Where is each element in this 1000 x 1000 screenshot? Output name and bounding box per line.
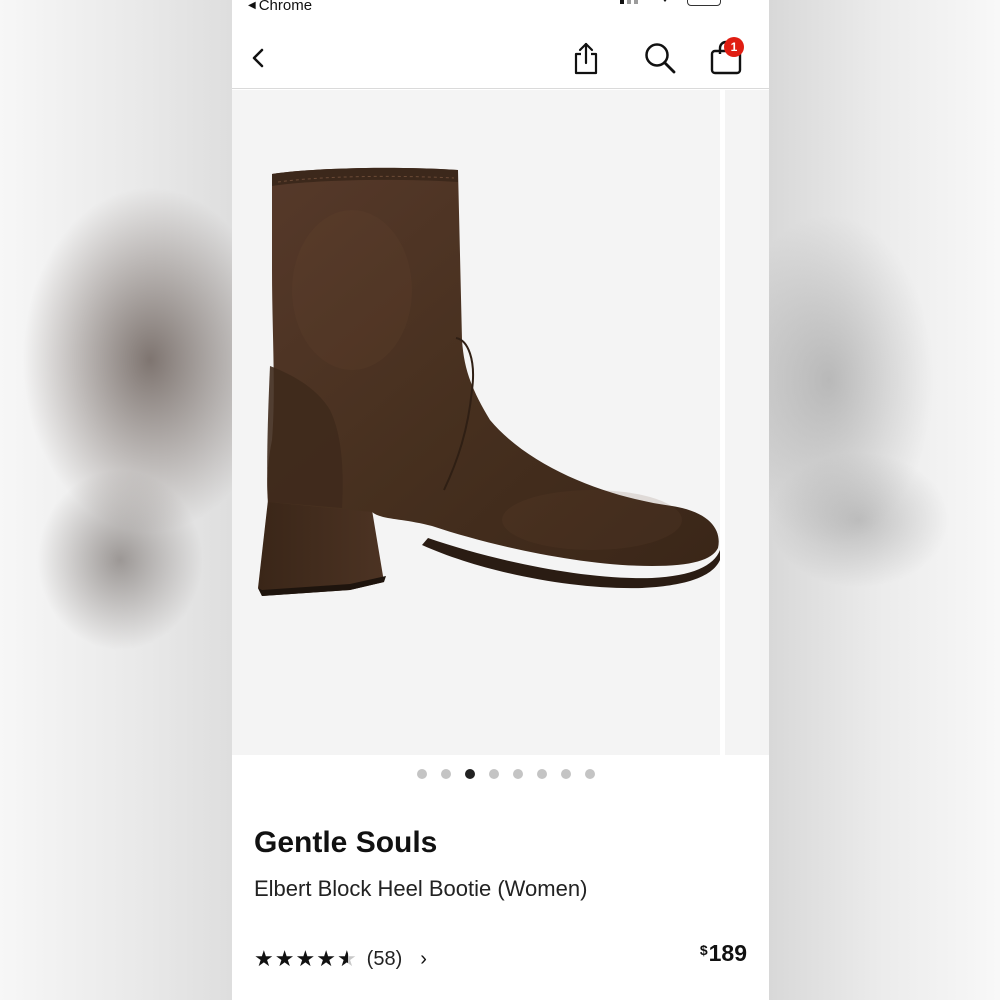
product-image-carousel[interactable]: [232, 90, 769, 755]
carousel-dot[interactable]: [512, 769, 523, 779]
share-icon: [574, 42, 598, 75]
blurred-background-right: [769, 0, 1000, 1000]
product-nav-bar: 1: [232, 28, 769, 89]
carousel-dot[interactable]: [440, 769, 451, 779]
star-half-icon: ★: [336, 946, 357, 971]
shopping-bag-button[interactable]: 1: [706, 28, 746, 88]
carousel-dot[interactable]: [560, 769, 571, 779]
search-button[interactable]: [642, 28, 678, 88]
blurred-background-left: [0, 0, 232, 1000]
back-button[interactable]: [242, 28, 274, 88]
product-image[interactable]: [232, 90, 720, 755]
carousel-dot[interactable]: [536, 769, 547, 779]
star-full-icon: ★: [295, 946, 316, 971]
boot-image: [258, 167, 720, 596]
review-count: (58): [366, 947, 403, 970]
battery-icon: [687, 0, 721, 6]
carousel-dot[interactable]: [464, 769, 475, 779]
rating-stars: ★ ★ ★ ★ ★: [254, 948, 357, 970]
status-bar: ◀ Chrome: [232, 0, 769, 16]
next-product-image[interactable]: [725, 90, 769, 755]
back-to-app-link[interactable]: ◀ Chrome: [248, 0, 312, 14]
product-brand[interactable]: Gentle Souls: [254, 826, 437, 860]
share-button[interactable]: [568, 28, 604, 88]
carousel-pagination: [232, 765, 769, 783]
carousel-dot[interactable]: [416, 769, 427, 779]
rating-summary[interactable]: ★ ★ ★ ★ ★ (58) ›: [254, 944, 427, 974]
star-full-icon: ★: [274, 946, 295, 971]
price-value: 189: [708, 940, 747, 966]
back-triangle-icon: ◀: [248, 0, 256, 11]
product-name: Elbert Block Heel Bootie (Women): [254, 876, 588, 901]
star-full-icon: ★: [254, 946, 274, 971]
signal-icon: [620, 0, 646, 4]
wifi-icon: [659, 0, 671, 2]
chevron-right-icon: ›: [420, 947, 427, 970]
star-full-icon: ★: [316, 946, 336, 971]
phone-screen: ◀ Chrome 1 Gentle Souls Elbert Block Hee…: [232, 0, 769, 1000]
currency-symbol: $: [699, 942, 708, 958]
cart-count-badge: 1: [724, 37, 744, 57]
chevron-left-icon: [252, 48, 264, 68]
carousel-dot[interactable]: [488, 769, 499, 779]
search-icon: [645, 43, 676, 74]
product-price: $ 189: [700, 940, 747, 967]
back-app-label: Chrome: [258, 0, 313, 14]
carousel-dot[interactable]: [584, 769, 595, 779]
